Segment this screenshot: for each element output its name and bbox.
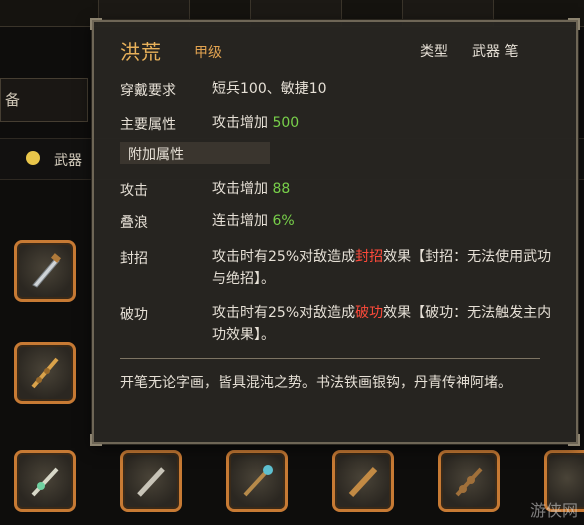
item-type-value: 武器 笔 [472,44,519,60]
watermark: 游侠网 [529,501,578,520]
equipment-tab[interactable]: 备 [0,78,88,122]
main-attr-number: 500 [272,115,300,131]
extra-attr-number: 88 [272,181,291,197]
whip-icon [441,453,497,509]
extra-attr-value: 连击增加 6% [212,210,562,232]
extra-attr-text: 连击增加 [212,213,268,229]
item-type-label: 类型 [420,44,448,60]
club-icon [335,453,391,509]
filter-radio-icon[interactable] [26,151,40,165]
extra-attr-text: 攻击增加 [212,181,268,197]
extra-attr-label: 攻击 [120,183,148,199]
equipment-tab-label: 备 [5,91,21,109]
inventory-slot[interactable] [14,240,76,302]
item-tooltip: 洪荒 甲级 类型 武器 笔 穿戴要求 短兵100、敏捷10 主要属性 攻击增加 … [90,18,580,446]
extra-attr-number: 6% [272,213,295,229]
effect-text: 攻击时有25%对敌造成 [212,249,356,265]
main-attr-value: 攻击增加 500 [212,112,562,134]
effect-description: 攻击时有25%对敌造成封招效果【封招：无法使用武功与绝招】。 [212,246,562,290]
spear-icon [17,345,73,401]
effect-description: 攻击时有25%对敌造成破功效果【破功：无法触发主内功效果】。 [212,302,562,346]
extra-attr-label: 叠浪 [120,215,148,231]
effect-highlight: 破功 [355,305,384,321]
brush-icon [123,453,179,509]
requirement-label: 穿戴要求 [120,83,176,99]
staff-icon [229,453,285,509]
tooltip-divider [120,358,540,359]
filter-label-weapon[interactable]: 武器 [54,150,82,170]
tooltip-corner [568,434,580,446]
flavor-text: 开笔无论字画，皆具混沌之势。书法铁画银钩，丹青传神阿堵。 [120,375,512,391]
effect-label: 封招 [120,251,148,267]
item-name: 洪荒 [120,40,162,64]
extra-attr-title: 附加属性 [128,147,184,163]
inventory-slot[interactable] [332,450,394,512]
extra-attr-header: 附加属性 [120,142,270,164]
main-attr-label: 主要属性 [120,117,176,133]
inventory-slot[interactable] [438,450,500,512]
dagger-icon [17,453,73,509]
requirement-value: 短兵100、敏捷10 [212,81,327,97]
tooltip-corner [568,18,580,30]
item-grade: 甲级 [194,45,222,61]
effect-highlight: 封招 [355,249,384,265]
extra-attr-value: 攻击增加 88 [212,178,562,200]
sword-icon [17,243,73,299]
inventory-slot[interactable] [226,450,288,512]
inventory-slot[interactable] [120,450,182,512]
inventory-slot[interactable] [14,450,76,512]
inventory-slot[interactable] [14,342,76,404]
effect-text: 攻击时有25%对敌造成 [212,305,356,321]
effect-label: 破功 [120,307,148,323]
main-attr-text: 攻击增加 [212,115,268,131]
tooltip-corner [90,18,102,30]
tooltip-corner [90,434,102,446]
